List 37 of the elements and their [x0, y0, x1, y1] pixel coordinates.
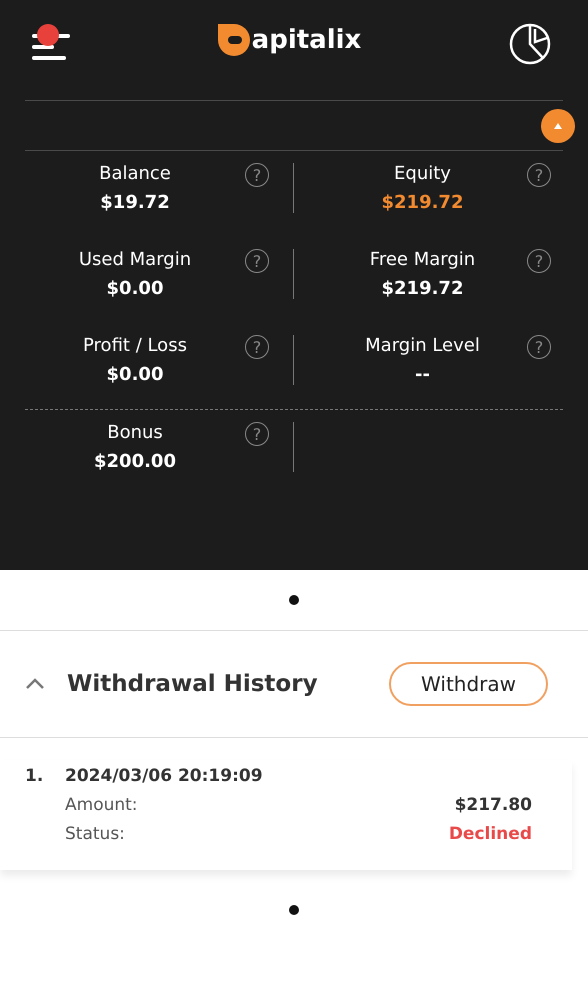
logo-text: apitalix [252, 25, 362, 55]
withdraw-button[interactable]: Withdraw [389, 662, 548, 706]
help-button[interactable]: ? [245, 163, 269, 187]
status-value: Declined [448, 824, 532, 844]
metric-value: $200.00 [94, 451, 176, 472]
metric-value: $19.72 [100, 192, 170, 213]
help-button[interactable]: ? [245, 335, 269, 359]
entry-datetime: 2024/03/06 20:19:09 [65, 766, 264, 786]
help-button[interactable]: ? [527, 163, 551, 187]
metric-label: Bonus [107, 422, 163, 443]
page-indicator-dot [289, 595, 299, 605]
triangle-up-icon [554, 122, 562, 128]
help-button[interactable]: ? [245, 249, 269, 273]
help-button[interactable]: ? [527, 249, 551, 273]
collapse-button[interactable] [541, 108, 575, 142]
page-indicator-dot [289, 905, 299, 915]
metric-value: $0.00 [106, 364, 164, 385]
help-button[interactable]: ? [527, 335, 551, 359]
amount-label: Amount: [65, 795, 138, 815]
amount-value: $217.80 [454, 795, 532, 815]
metric-value: $219.72 [382, 278, 464, 299]
pie-chart-icon[interactable] [508, 23, 551, 65]
metric-value: $219.72 [382, 192, 464, 213]
metric-label: Used Margin [78, 249, 192, 270]
metric-label: Margin Level [365, 335, 480, 356]
logo-icon [218, 24, 250, 56]
caret-icon[interactable] [25, 678, 45, 690]
metric-value: -- [415, 364, 430, 385]
help-button[interactable]: ? [245, 422, 269, 446]
metric-value: $0.00 [106, 278, 164, 299]
metric-label: Balance [99, 163, 171, 184]
metric-label: Free Margin [370, 249, 476, 270]
metric-label: Equity [394, 163, 451, 184]
status-label: Status: [65, 824, 125, 844]
entry-index: 1. [25, 766, 44, 788]
metric-label: Profit / Loss [83, 335, 187, 356]
section-title: Withdrawal History [67, 671, 319, 697]
